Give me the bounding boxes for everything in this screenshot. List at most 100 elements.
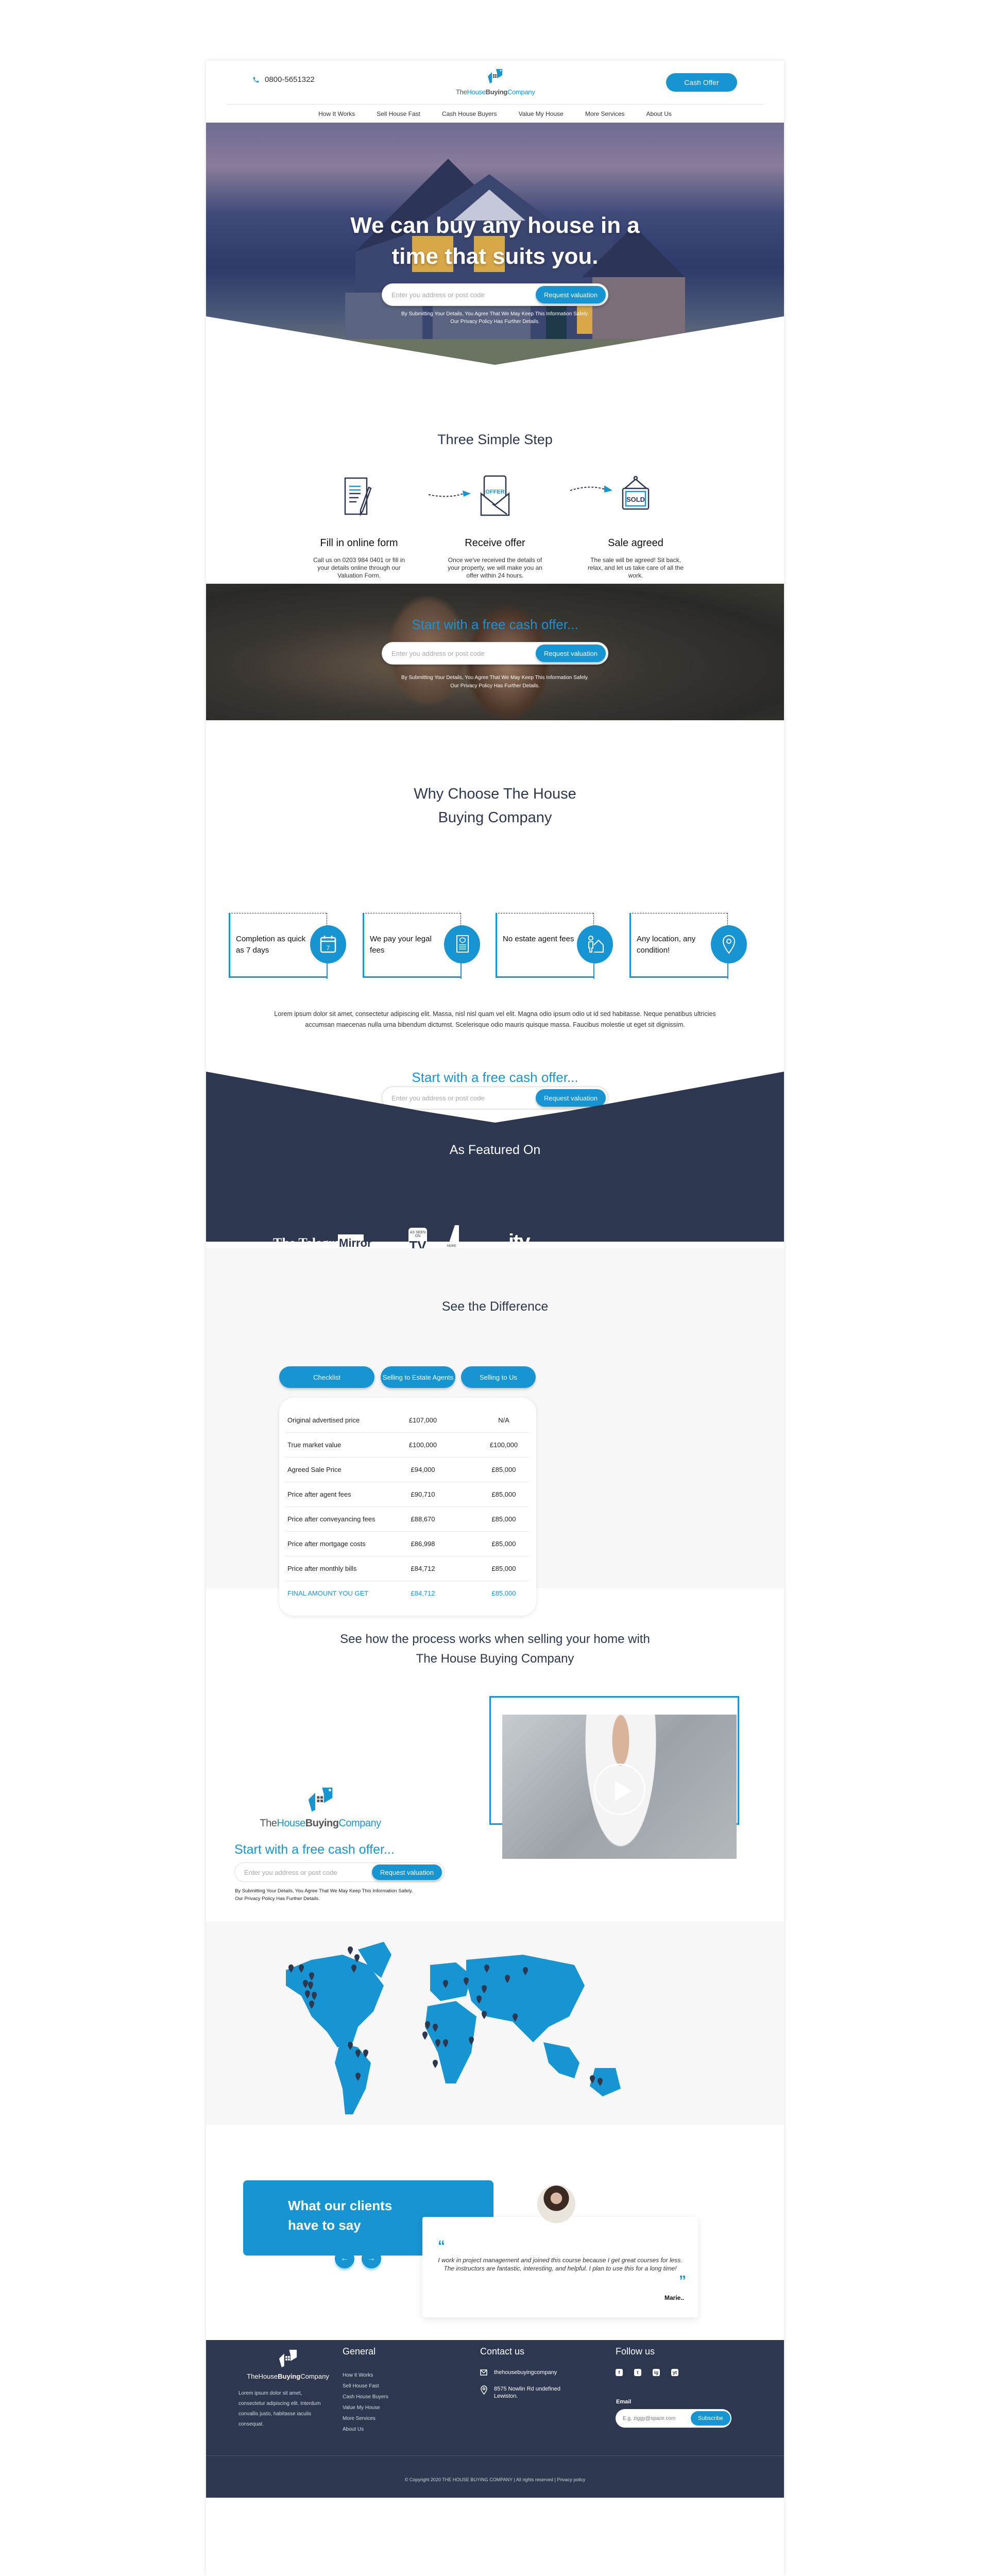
nav-more-services[interactable]: More Services bbox=[585, 108, 625, 120]
agent-house-icon bbox=[588, 936, 604, 953]
cash-offer-button[interactable]: Cash Offer bbox=[666, 73, 737, 92]
social-links: f t ig yt bbox=[616, 2369, 678, 2376]
cta-request-valuation-button[interactable]: Request valuation bbox=[535, 645, 606, 662]
feature-label: We pay your legal fees bbox=[370, 935, 432, 955]
testimonial-prev-button[interactable]: ← bbox=[335, 2249, 354, 2268]
logo[interactable]: TheHouseBuyingCompany bbox=[456, 67, 535, 99]
feature-card-any-location: Any location, any condition! bbox=[629, 912, 747, 979]
feature-line bbox=[461, 963, 462, 979]
step-title: Sale agreed bbox=[608, 537, 663, 549]
row-label: Agreed Sale Price bbox=[287, 1466, 342, 1473]
step-text: Call us on 0203 984 0401 or fill in your… bbox=[313, 556, 405, 579]
row-label: Price after agent fees bbox=[287, 1490, 351, 1498]
testimonial-card: “ I work in project management and joine… bbox=[422, 2217, 698, 2317]
selling-to-us-value: £85,000 bbox=[491, 1565, 516, 1572]
subscribe-button[interactable]: Subscribe bbox=[691, 2411, 730, 2426]
feature-line bbox=[727, 963, 728, 979]
selling-to-us-value: £100,000 bbox=[489, 1441, 518, 1449]
svg-text:MORE: MORE bbox=[447, 1245, 456, 1248]
process-search-bar: Request valuation bbox=[234, 1862, 445, 1882]
why-request-valuation-button[interactable]: Request valuation bbox=[535, 1089, 606, 1107]
subscribe-email-input[interactable] bbox=[616, 2415, 691, 2421]
tab-selling-to-estate-agents[interactable]: Selling to Estate Agents bbox=[381, 1366, 455, 1388]
step-title: Receive offer bbox=[465, 537, 525, 549]
footer-general-links: How It Works Sell House Fast Cash House … bbox=[343, 2370, 388, 2435]
tab-checklist[interactable]: Checklist bbox=[279, 1366, 374, 1388]
play-icon[interactable] bbox=[594, 1764, 645, 1815]
step-fill-form: Fill in online form Call us on 0203 984 … bbox=[308, 473, 411, 580]
facebook-icon[interactable]: f bbox=[616, 2369, 623, 2376]
footer-general-title: General bbox=[343, 2346, 376, 2357]
testimonial-next-button[interactable]: → bbox=[362, 2249, 381, 2268]
form-icon bbox=[344, 477, 372, 517]
footer-link-sell-house-fast[interactable]: Sell House Fast bbox=[343, 2381, 388, 2392]
phone-link[interactable]: 0800-5651322 bbox=[252, 75, 315, 84]
footer-logo[interactable]: TheHouseBuyingCompany bbox=[239, 2347, 337, 2380]
why-description: Lorem ipsum dolor sit amet, consectetur … bbox=[274, 1010, 716, 1028]
table-row: Original advertised price £107,000 N/A bbox=[286, 1408, 528, 1433]
location-pin-icon bbox=[481, 2385, 487, 2395]
comparison-table: Original advertised price £107,000 N/A True… bbox=[279, 1398, 536, 1616]
row-label: Price after conveyancing fees bbox=[287, 1515, 376, 1523]
process-video[interactable] bbox=[502, 1715, 737, 1859]
footer-link-more-services[interactable]: More Services bbox=[343, 2413, 388, 2424]
youtube-icon[interactable]: yt bbox=[671, 2369, 678, 2376]
main-nav: How It Works Sell House Fast Cash House … bbox=[206, 108, 784, 120]
feature-dashed-line bbox=[727, 913, 728, 926]
tab-selling-to-us[interactable]: Selling to Us bbox=[461, 1366, 536, 1388]
svg-text:7: 7 bbox=[327, 944, 330, 952]
map-section bbox=[206, 1921, 784, 2125]
testimonial-quote: I work in project management and joined … bbox=[438, 2257, 683, 2272]
hero-address-input[interactable] bbox=[382, 291, 536, 299]
hero-search-bar: Request valuation bbox=[382, 283, 608, 306]
feature-label: Any location, any condition! bbox=[637, 935, 696, 955]
footer-email[interactable]: thehousebuyingcompany bbox=[480, 2369, 557, 2376]
instagram-icon[interactable]: ig bbox=[653, 2369, 660, 2376]
nav-sell-house-fast[interactable]: Sell House Fast bbox=[377, 108, 420, 120]
footer-logo-text-company: Company bbox=[300, 2372, 329, 2380]
row-label: Price after mortgage costs bbox=[287, 1540, 366, 1548]
estate-agents-value: £107,000 bbox=[408, 1416, 437, 1424]
table-row: Price after monthly bills £84,712 £85,000 bbox=[286, 1556, 528, 1581]
step-text: The sale will be agreed! Sit back, relax… bbox=[587, 556, 684, 579]
cta-title: Start with a free cash offer... bbox=[412, 617, 578, 632]
footer-email-label: Email bbox=[616, 2399, 632, 2405]
testimonial-avatar bbox=[536, 2183, 577, 2225]
footer-link-value-my-house[interactable]: Value My House bbox=[343, 2402, 388, 2413]
estate-agents-value: £88,670 bbox=[411, 1515, 435, 1523]
feature-card-completion: Completion as quick as 7 days 7 bbox=[229, 912, 346, 979]
estate-agents-value: £90,710 bbox=[411, 1490, 435, 1498]
nav-value-my-house[interactable]: Value My House bbox=[519, 108, 564, 120]
world-map bbox=[286, 1942, 621, 2114]
nav-about-us[interactable]: About Us bbox=[646, 108, 672, 120]
process-request-valuation-button[interactable]: Request valuation bbox=[371, 1865, 442, 1880]
copyright: © Copyright 2020 THE HOUSE BUYING COMPAN… bbox=[404, 2477, 586, 2482]
process-address-input[interactable] bbox=[235, 1868, 372, 1876]
hero-request-valuation-button[interactable]: Request valuation bbox=[535, 286, 606, 303]
feature-card-legal-fees: We pay your legal fees bbox=[363, 912, 480, 979]
selling-to-us-value: N/A bbox=[498, 1416, 509, 1424]
step-text: Once we've received the details of your … bbox=[448, 556, 542, 579]
footer-link-about-us[interactable]: About Us bbox=[343, 2424, 388, 2435]
header-divider bbox=[227, 104, 763, 105]
twitter-icon[interactable]: t bbox=[634, 2369, 641, 2376]
footer-link-how-it-works[interactable]: How It Works bbox=[343, 2370, 388, 2381]
logo-text-the: The bbox=[456, 88, 467, 96]
table-row: FINAL AMOUNT YOU GET £84,712 £85,000 bbox=[286, 1581, 528, 1606]
logo-house-tag-icon bbox=[308, 1787, 333, 1812]
phone-number: 0800-5651322 bbox=[265, 75, 315, 84]
why-address-input[interactable] bbox=[382, 1094, 536, 1102]
logo-text-house: House bbox=[467, 88, 486, 96]
cta-address-input[interactable] bbox=[382, 649, 536, 657]
nav-cash-house-buyers[interactable]: Cash House Buyers bbox=[442, 108, 497, 120]
why-search-bar: Request valuation bbox=[382, 1087, 608, 1109]
testimonials-title: What our clients have to say bbox=[288, 2198, 393, 2233]
steps-title: Three Simple Step bbox=[437, 432, 553, 447]
feature-label: Completion as quick as 7 days bbox=[236, 935, 306, 955]
logo-text-company: Company bbox=[507, 88, 535, 96]
process-title: See how the process works when selling y… bbox=[340, 1632, 650, 1666]
step-receive-offer: OFFER Receive offer Once we've received … bbox=[444, 473, 547, 580]
footer-link-cash-house-buyers[interactable]: Cash House Buyers bbox=[343, 2392, 388, 2402]
footer-email-text: thehousebuyingcompany bbox=[494, 2369, 557, 2376]
nav-how-it-works[interactable]: How It Works bbox=[318, 108, 355, 120]
